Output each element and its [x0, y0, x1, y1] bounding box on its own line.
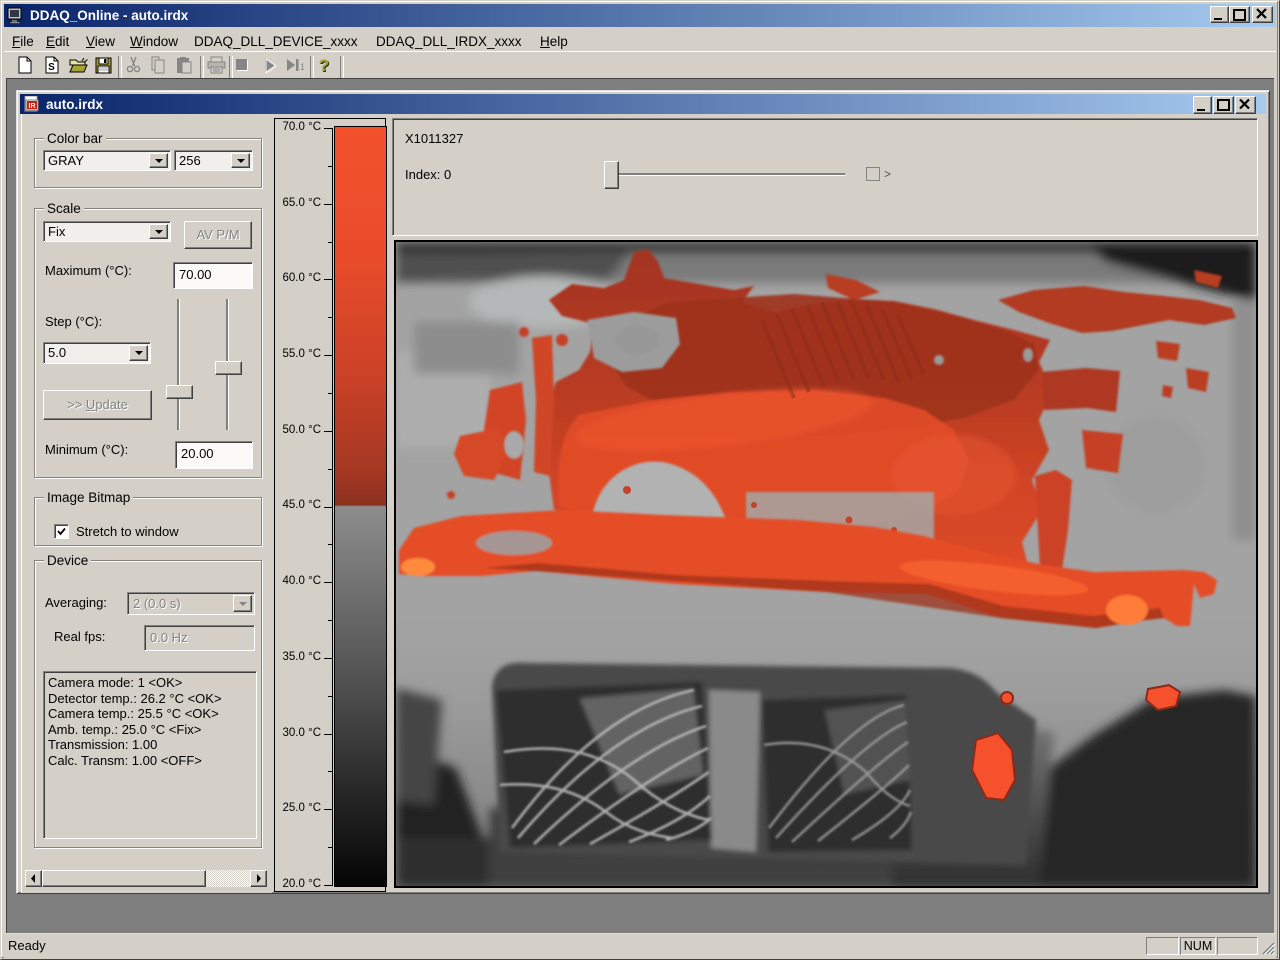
svg-text:1: 1 [300, 62, 304, 72]
svg-text:IR: IR [29, 103, 36, 110]
svg-text:S: S [48, 62, 55, 73]
svg-text:?: ? [319, 56, 329, 75]
